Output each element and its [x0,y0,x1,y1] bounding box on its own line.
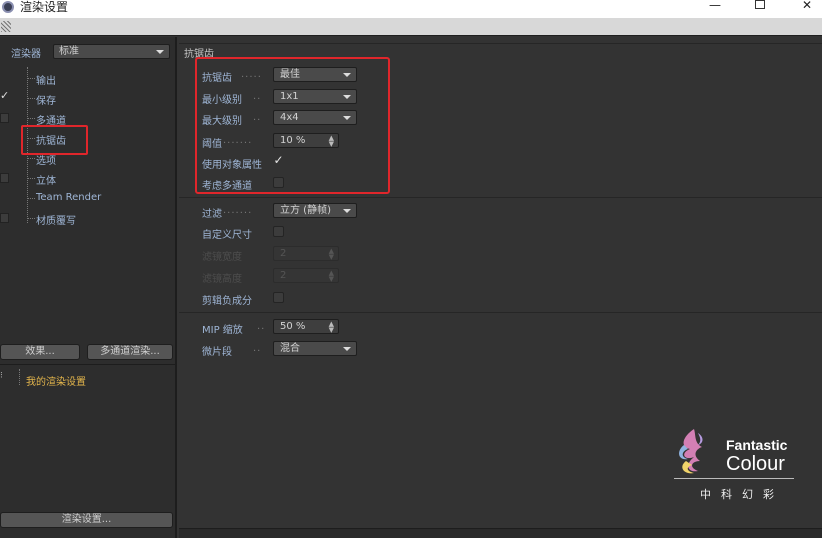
tree-item-team-render[interactable]: Team Render [0,189,177,207]
checkmark-icon[interactable]: ✓ [0,89,9,102]
micropoly-row: 微片段 .. 混合 [179,340,822,358]
logo-line2: Colour [726,453,785,475]
render-settings-button[interactable]: 渲染设置... [0,512,173,528]
micropoly-dropdown[interactable]: 混合 [273,341,357,356]
filter-width-label: 滤镜宽度 [202,252,242,263]
title-bar: 渲染设置 — ✕ [0,0,822,18]
window-title: 渲染设置 [20,0,69,14]
minimize-button[interactable]: — [700,0,730,16]
filter-width-spinner: 2 ▲ ▼ [273,246,339,261]
settings-list-item[interactable]: 我的渲染设置 [26,373,86,388]
toolbar [0,18,822,36]
app-icon [2,1,14,13]
maximize-button[interactable] [745,0,775,16]
tree-item-label: 立体 [36,176,56,187]
tree-item-label: 材质覆写 [36,216,76,227]
filter-height-value: 2 [280,270,287,281]
micropoly-value: 混合 [280,343,300,354]
chevron-down-icon [343,347,351,351]
spin-arrows-icon: ▲ ▼ [328,247,334,261]
spin-arrows-icon[interactable]: ▲ ▼ [329,321,334,334]
tree-item-save[interactable]: ✓ 保存 [0,89,177,107]
spin-arrows-icon: ▲ ▼ [328,269,334,283]
renderer-select[interactable]: 标准 [53,44,170,59]
close-button[interactable]: ✕ [792,0,822,16]
brand-logo: Fantastic Colour 中科幻彩 [670,425,800,505]
filter-width-value: 2 [280,248,287,259]
logo-line1: Fantastic [726,437,788,453]
tree-item-material-override[interactable]: 材质覆写 [0,209,177,227]
micropoly-label: 微片段 [202,347,232,358]
mip-scale-row: MIP 缩放 .. 50 % ▲ ▼ [179,318,822,336]
clip-negative-checkbox[interactable] [273,292,284,303]
expand-icon[interactable]: ⁝ [0,371,3,381]
enable-checkbox[interactable] [0,113,9,123]
enable-checkbox[interactable] [0,213,9,223]
tree-item-stereo[interactable]: 立体 [0,169,177,187]
filter-height-spinner: 2 ▲ ▼ [273,268,339,283]
grip-handle-icon[interactable] [1,21,11,32]
filter-value: 立方 (静帧) [280,205,331,216]
tree-item-label: 输出 [36,76,56,87]
filter-label: 过滤 [202,209,222,220]
effect-button[interactable]: 效果... [0,344,80,360]
renderer-row: 渲染器 标准 [0,41,177,60]
custom-size-label: 自定义尺寸 [202,230,252,241]
maximize-icon [755,0,765,9]
filter-height-label: 滤镜高度 [202,274,242,285]
mip-scale-spinner[interactable]: 50 % ▲ ▼ [273,319,339,334]
custom-size-checkbox[interactable] [273,226,284,237]
multipass-render-button[interactable]: 多通道渲染... [87,344,173,360]
filter-height-row: 滤镜高度 2 ▲ ▼ [179,267,822,285]
bottom-strip [179,528,822,538]
chevron-down-icon [156,50,164,54]
tree-item-label: Team Render [36,192,102,203]
chevron-down-icon [343,209,351,213]
tree-item-label: 保存 [36,96,56,107]
mip-scale-label: MIP 缩放 [202,325,243,336]
filter-row: 过滤 ....... 立方 (静帧) [179,202,822,220]
renderer-select-value: 标准 [59,46,79,57]
filter-width-row: 滤镜宽度 2 ▲ ▼ [179,245,822,263]
annotation-highlight-tree [21,125,88,155]
renderer-label: 渲染器 [11,49,41,60]
tree-item-output[interactable]: 输出 [0,69,177,87]
mip-scale-value: 50 % [280,321,306,332]
left-panel: 渲染器 标准 输出 ✓ 保存 多通道 抗锯齿 选项 立体 Team Render… [0,37,177,538]
render-settings-list: ⁝ 我的渲染设置 [0,364,177,509]
clip-negative-label: 剪辑负成分 [202,296,252,307]
swirl-logo-icon [679,429,703,474]
enable-checkbox[interactable] [0,173,9,183]
annotation-highlight-settings [195,57,390,194]
filter-dropdown[interactable]: 立方 (静帧) [273,203,357,218]
logo-chinese: 中科幻彩 [700,488,784,501]
custom-size-row: 自定义尺寸 [179,223,822,241]
clip-negative-row: 剪辑负成分 [179,289,822,307]
